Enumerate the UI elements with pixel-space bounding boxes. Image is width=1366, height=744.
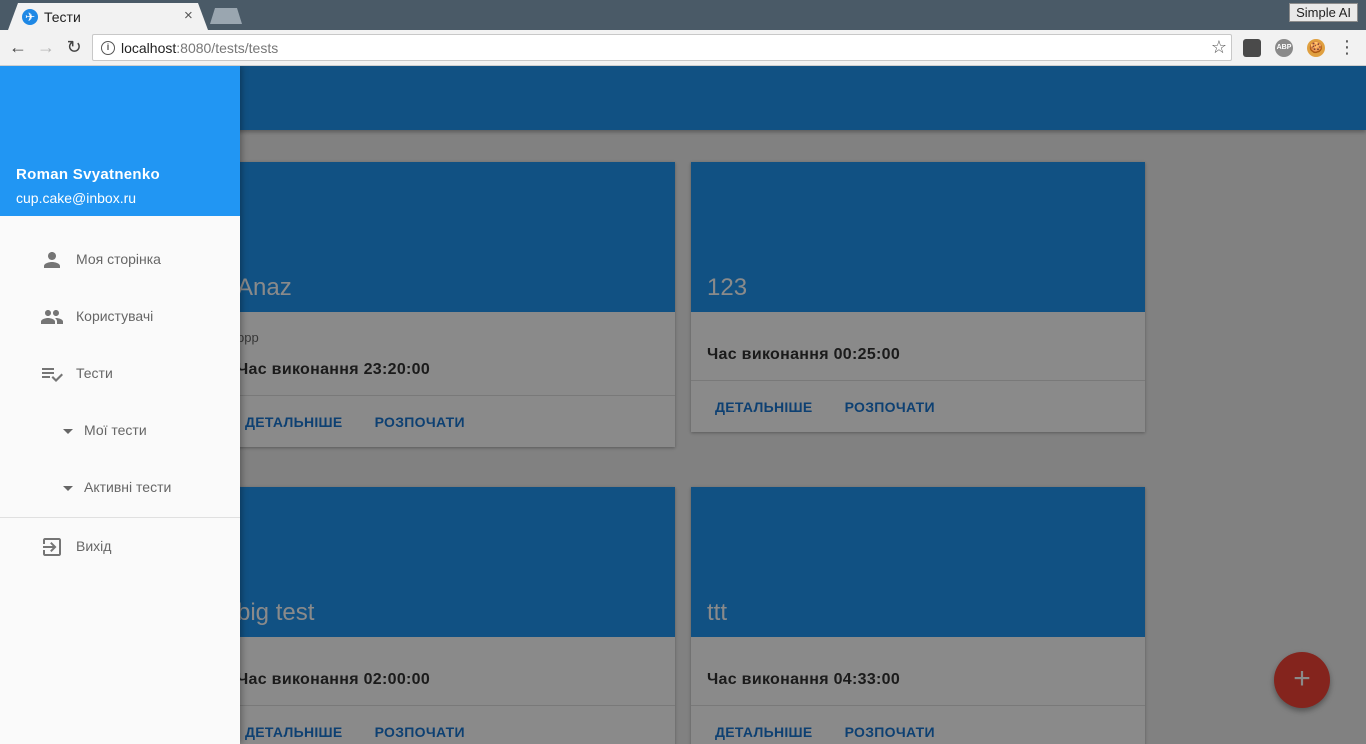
- drawer-item-label: Мої тести: [84, 422, 147, 438]
- person-icon: [44, 252, 60, 268]
- people-icon: [41, 310, 63, 324]
- drawer-divider: [0, 517, 240, 518]
- drawer-item-active-tests[interactable]: Активні тести: [0, 460, 240, 516]
- drawer-item-label: Моя сторінка: [76, 251, 161, 267]
- adblock-icon[interactable]: ABP: [1275, 39, 1293, 57]
- url-host: localhost: [121, 40, 177, 56]
- profile-button[interactable]: Simple AI: [1289, 3, 1358, 22]
- address-bar[interactable]: i localhost:8080/tests/tests ☆: [92, 34, 1232, 61]
- arrow-drop-down-icon: [63, 429, 73, 434]
- url-path: :8080/tests/tests: [176, 40, 279, 56]
- site-info-icon[interactable]: i: [101, 41, 115, 55]
- drawer-item-label: Активні тести: [84, 479, 172, 495]
- drawer-item-label: Вихід: [76, 538, 112, 554]
- lastpass-icon[interactable]: [1243, 39, 1261, 57]
- bookmark-star-icon[interactable]: ☆: [1211, 37, 1227, 58]
- user-email: cup.cake@inbox.ru: [16, 190, 137, 206]
- cookie-icon[interactable]: 🍪: [1307, 39, 1325, 57]
- browser-tabstrip: ✈ Тести × Simple AI: [0, 0, 1366, 30]
- reload-icon[interactable]: ↻: [62, 36, 86, 60]
- drawer-item-label: Користувачі: [76, 308, 154, 324]
- browser-tab-active[interactable]: ✈ Тести ×: [8, 3, 208, 30]
- drawer-item-my-page[interactable]: Моя сторінка: [0, 232, 240, 288]
- forward-icon[interactable]: →: [34, 36, 58, 60]
- app-favicon-icon: ✈: [22, 9, 38, 25]
- url-text[interactable]: localhost:8080/tests/tests: [121, 40, 278, 56]
- new-tab-button[interactable]: [210, 8, 242, 24]
- arrow-drop-down-icon: [63, 486, 73, 491]
- browser-toolbar: ← → ↻ i localhost:8080/tests/tests ☆ ABP…: [0, 30, 1366, 66]
- exit-to-app-icon: [43, 538, 61, 556]
- navigation-drawer: Roman Svyatnenko cup.cake@inbox.ru Моя с…: [0, 66, 240, 744]
- user-name: Roman Svyatnenko: [16, 166, 161, 183]
- browser-menu-icon[interactable]: ⋮: [1338, 36, 1356, 58]
- back-icon[interactable]: ←: [6, 36, 30, 60]
- drawer-header: Roman Svyatnenko cup.cake@inbox.ru: [0, 66, 240, 216]
- app-viewport: Anaz ppp Час виконання 23:20:00 ДЕТАЛЬНІ…: [0, 66, 1366, 744]
- drawer-item-label: Тести: [76, 365, 113, 381]
- playlist-check-icon: [42, 368, 63, 382]
- tab-close-icon[interactable]: ×: [184, 7, 193, 24]
- drawer-item-users[interactable]: Користувачі: [0, 289, 240, 345]
- drawer-item-logout[interactable]: Вихід: [0, 519, 240, 575]
- drawer-item-my-tests[interactable]: Мої тести: [0, 403, 240, 459]
- tab-title: Тести: [44, 9, 81, 25]
- drawer-item-tests[interactable]: Тести: [0, 346, 240, 402]
